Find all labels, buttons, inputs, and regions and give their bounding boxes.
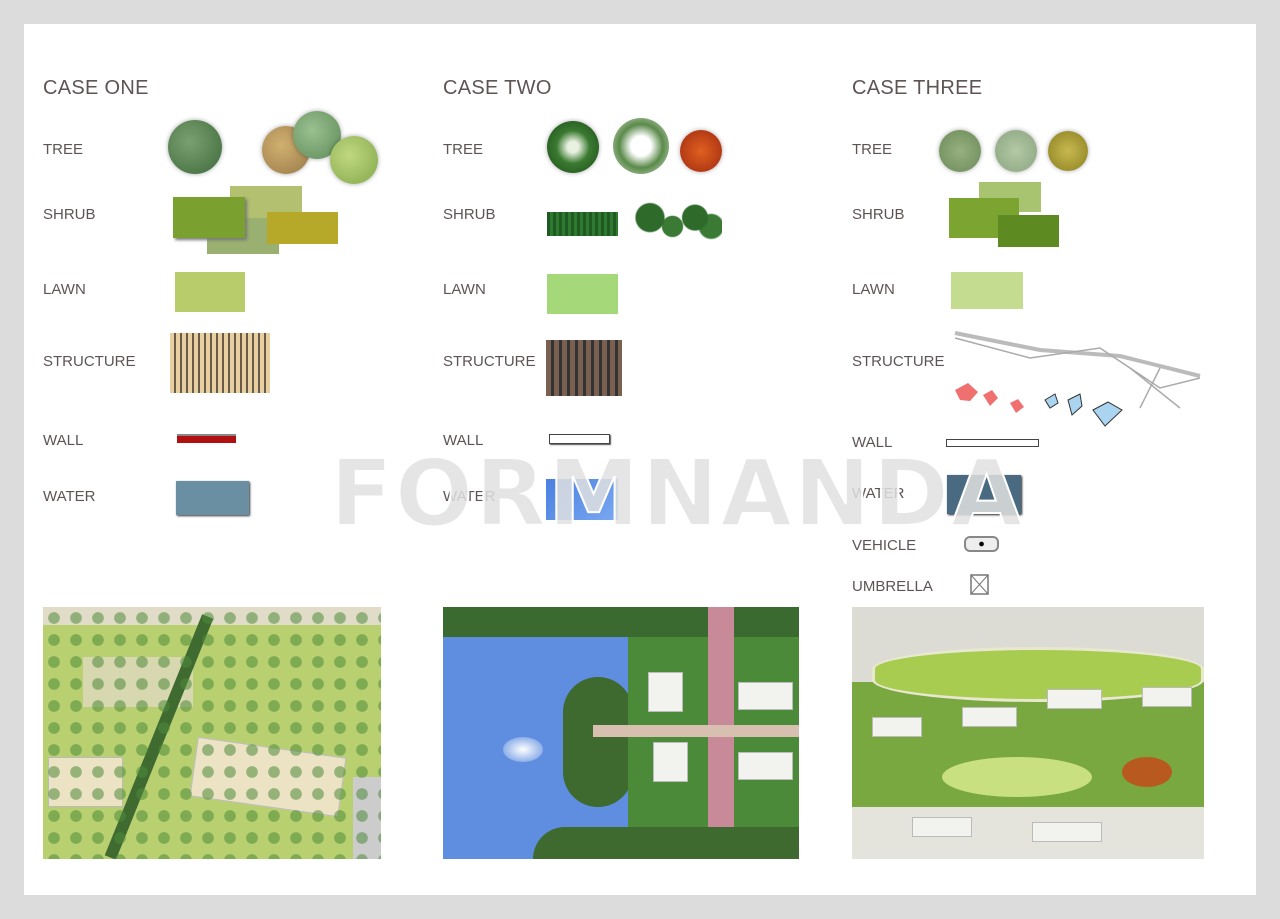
case-two-tree-label: TREE xyxy=(443,141,484,158)
shrub-swatch xyxy=(547,212,618,236)
case-three-structure-label: STRUCTURE xyxy=(852,353,945,370)
shrub-swatch xyxy=(998,215,1059,247)
case-three-site-plan xyxy=(852,607,1204,859)
tree-symbol-icon xyxy=(995,130,1037,172)
tree-symbol-icon xyxy=(330,136,378,184)
lawn-swatch xyxy=(547,274,618,314)
structure-swatch xyxy=(170,333,270,393)
case-one-title: CASE ONE xyxy=(43,77,149,99)
tree-symbol-icon xyxy=(680,130,722,172)
case-one-lawn-label: LAWN xyxy=(43,281,86,298)
case-one-wall-label: WALL xyxy=(43,432,84,449)
case-three-shrub-label: SHRUB xyxy=(852,206,905,223)
case-two-title: CASE TWO xyxy=(443,77,552,99)
case-one-site-plan xyxy=(43,607,381,859)
watermark-logo: FORMNANDA xyxy=(329,439,1025,548)
structure-symbols xyxy=(954,331,1201,427)
shrub-swatch xyxy=(173,197,245,238)
lawn-swatch xyxy=(175,272,245,312)
case-one-tree-label: TREE xyxy=(43,141,84,158)
case-three-umbrella-label: UMBRELLA xyxy=(852,578,933,595)
tree-symbol-icon xyxy=(613,118,669,174)
tree-symbol-icon xyxy=(168,120,222,174)
pavilion-icons xyxy=(955,383,1123,427)
tree-symbol-icon xyxy=(939,130,981,172)
case-three-tree-label: TREE xyxy=(852,141,893,158)
case-one-structure-label: STRUCTURE xyxy=(43,353,136,370)
case-two-shrub-label: SHRUB xyxy=(443,206,496,223)
case-one-water-label: WATER xyxy=(43,488,96,505)
case-three-lawn-label: LAWN xyxy=(852,281,895,298)
case-two-structure-label: STRUCTURE xyxy=(443,353,536,370)
water-swatch xyxy=(176,481,249,515)
lawn-swatch xyxy=(951,272,1023,309)
case-one-shrub-label: SHRUB xyxy=(43,206,96,223)
case-three-title: CASE THREE xyxy=(852,77,983,99)
umbrella-icon xyxy=(970,574,989,595)
shrub-swatch xyxy=(632,200,722,244)
tree-symbol-icon xyxy=(547,121,599,173)
wall-swatch xyxy=(177,434,236,443)
tree-symbol-icon xyxy=(1048,131,1088,171)
shrub-swatch xyxy=(267,212,338,244)
case-two-site-plan xyxy=(443,607,799,859)
case-two-lawn-label: LAWN xyxy=(443,281,486,298)
structure-swatch xyxy=(546,340,622,396)
